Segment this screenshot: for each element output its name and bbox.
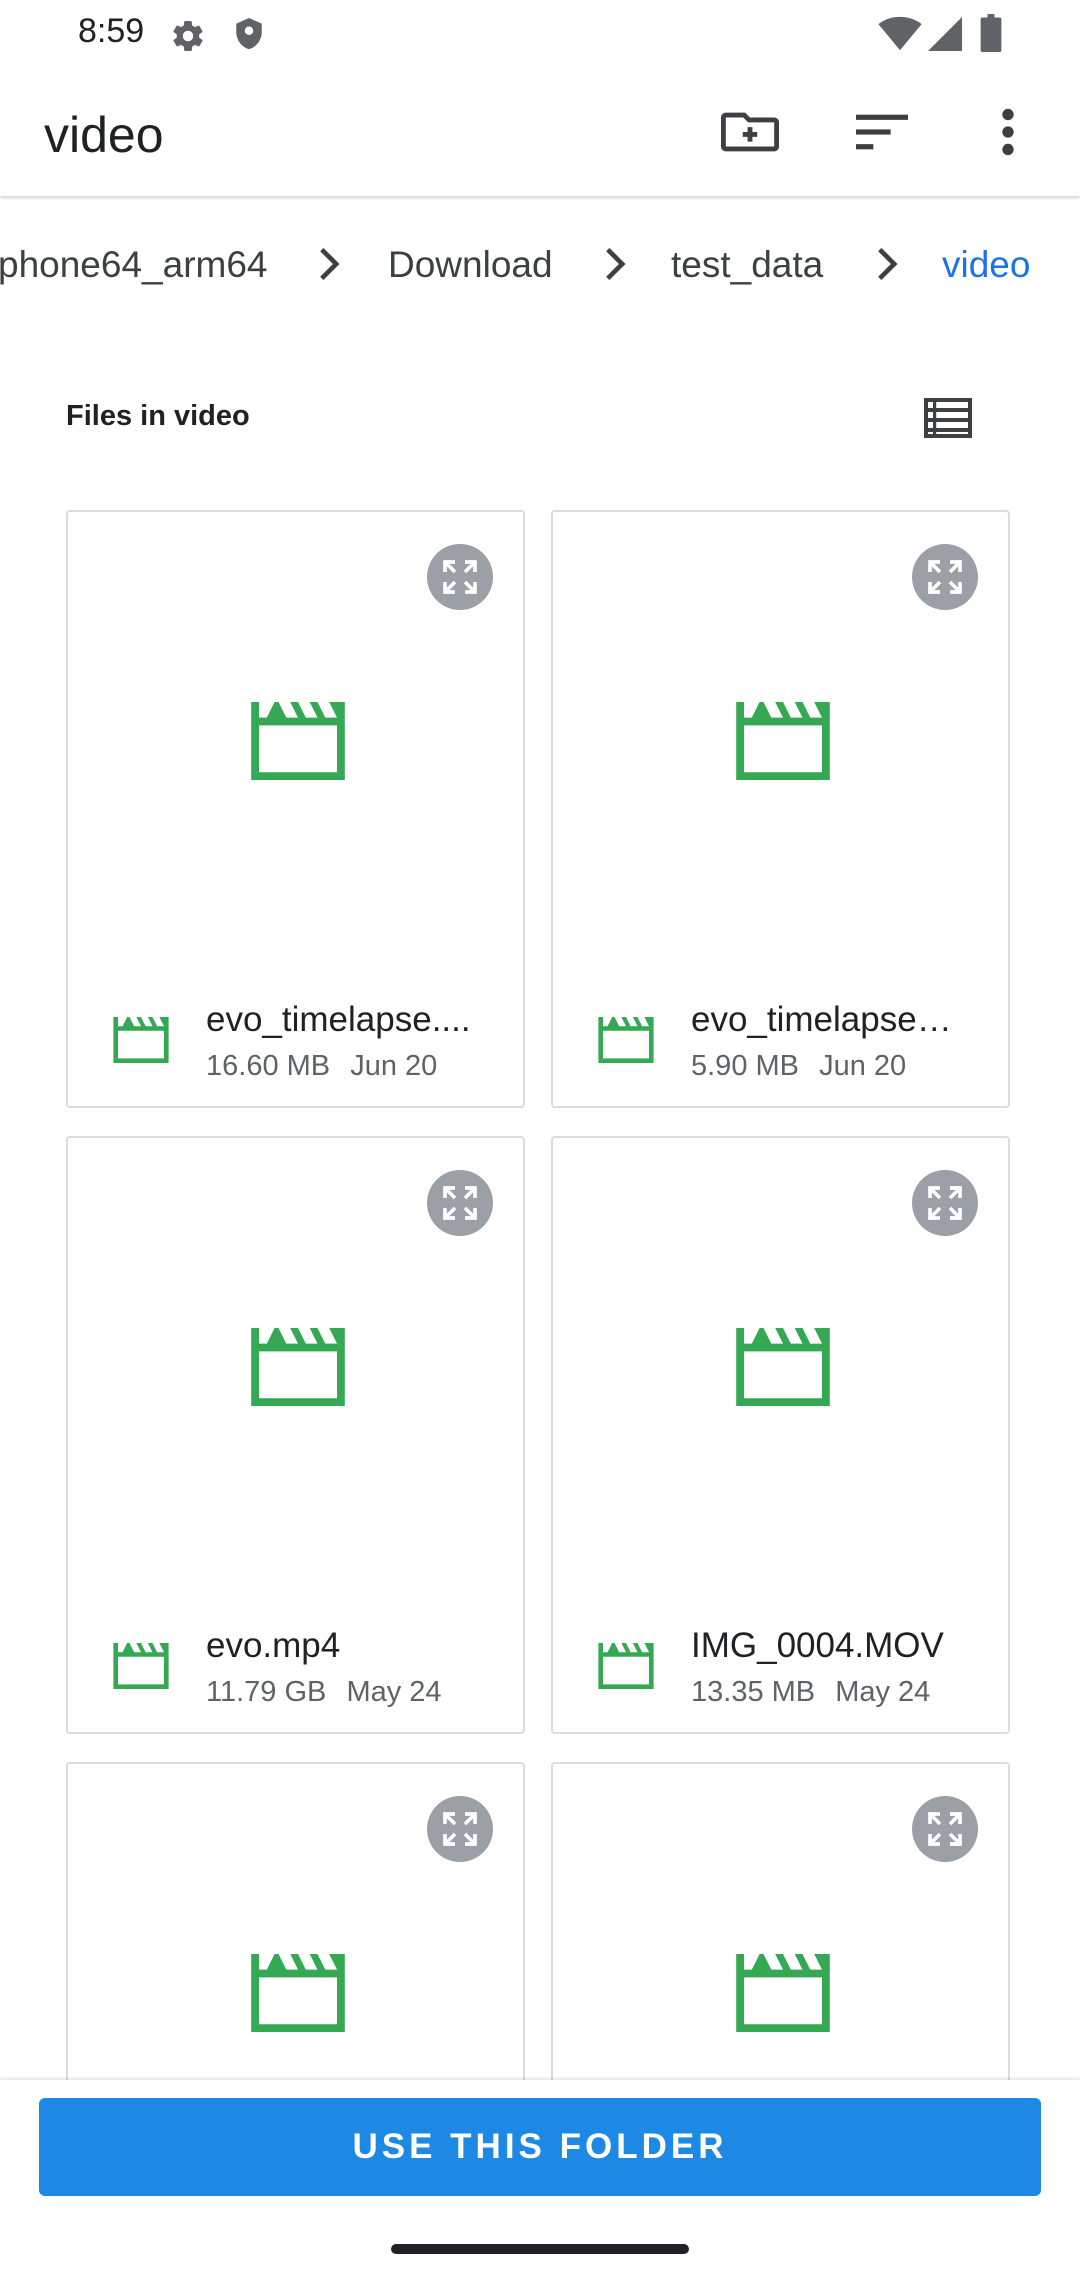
video-file-icon <box>598 1017 654 1063</box>
file-card[interactable]: evo_timelapse.... 16.60 MB Jun 20 <box>66 510 525 1108</box>
fullscreen-icon <box>928 560 962 594</box>
fullscreen-icon <box>443 1186 477 1220</box>
file-card[interactable] <box>66 1762 525 2080</box>
file-meta: 16.60 MB Jun 20 <box>206 1050 437 1083</box>
file-name: evo.mp4 <box>206 1626 341 1665</box>
video-thumbnail-icon <box>251 702 345 780</box>
file-card[interactable]: evo.mp4 11.79 GB May 24 <box>66 1136 525 1734</box>
more-vert-icon <box>1002 108 1014 156</box>
file-date: May 24 <box>835 1676 931 1708</box>
video-file-icon <box>113 1643 169 1689</box>
video-thumbnail-icon <box>736 1328 830 1406</box>
preview-button[interactable] <box>912 1796 978 1862</box>
video-thumbnail-icon <box>251 1954 345 2032</box>
app-bar: video <box>0 70 1080 196</box>
file-card[interactable] <box>551 1762 1010 2080</box>
new-folder-button[interactable] <box>710 92 790 172</box>
video-thumbnail-icon <box>251 1328 345 1406</box>
more-options-button[interactable] <box>968 92 1048 172</box>
file-size: 16.60 MB <box>206 1050 331 1082</box>
fullscreen-icon <box>443 1812 477 1846</box>
preview-button[interactable] <box>912 1170 978 1236</box>
fullscreen-icon <box>928 1812 962 1846</box>
file-name: IMG_0004.MOV <box>691 1626 944 1665</box>
preview-button[interactable] <box>427 1170 493 1236</box>
video-thumbnail-icon <box>736 702 830 780</box>
file-picker-screen: 8:59 video phone64_arm64 Download test_d… <box>0 0 1080 2280</box>
file-date: Jun 20 <box>819 1050 907 1082</box>
file-meta: 5.90 MB Jun 20 <box>691 1050 906 1083</box>
create-folder-icon <box>721 112 779 152</box>
file-grid: evo_timelapse.... 16.60 MB Jun 20 evo_ti… <box>0 0 1080 2080</box>
preview-button[interactable] <box>427 544 493 610</box>
file-size: 11.79 GB <box>206 1676 327 1708</box>
fullscreen-icon <box>928 1186 962 1220</box>
file-meta: 11.79 GB May 24 <box>206 1676 442 1709</box>
video-thumbnail-icon <box>736 1954 830 2032</box>
file-size: 5.90 MB <box>691 1050 799 1082</box>
video-file-icon <box>113 1017 169 1063</box>
file-name: evo_timelapse… <box>691 1000 952 1039</box>
preview-button[interactable] <box>912 544 978 610</box>
bottom-action-bar: USE THIS FOLDER <box>0 2080 1080 2280</box>
file-size: 13.35 MB <box>691 1676 816 1708</box>
video-file-icon <box>598 1643 654 1689</box>
use-this-folder-button[interactable]: USE THIS FOLDER <box>39 2098 1041 2196</box>
file-date: Jun 20 <box>350 1050 438 1082</box>
file-meta: 13.35 MB May 24 <box>691 1676 930 1709</box>
page-title: video <box>44 107 164 163</box>
file-date: May 24 <box>346 1676 442 1708</box>
preview-button[interactable] <box>427 1796 493 1862</box>
fullscreen-icon <box>443 560 477 594</box>
gesture-navigation-bar[interactable] <box>391 2244 689 2254</box>
file-card[interactable]: evo_timelapse… 5.90 MB Jun 20 <box>551 510 1010 1108</box>
file-name: evo_timelapse.... <box>206 1000 471 1039</box>
file-card[interactable]: IMG_0004.MOV 13.35 MB May 24 <box>551 1136 1010 1734</box>
sort-icon <box>856 114 908 150</box>
sort-button[interactable] <box>842 92 922 172</box>
